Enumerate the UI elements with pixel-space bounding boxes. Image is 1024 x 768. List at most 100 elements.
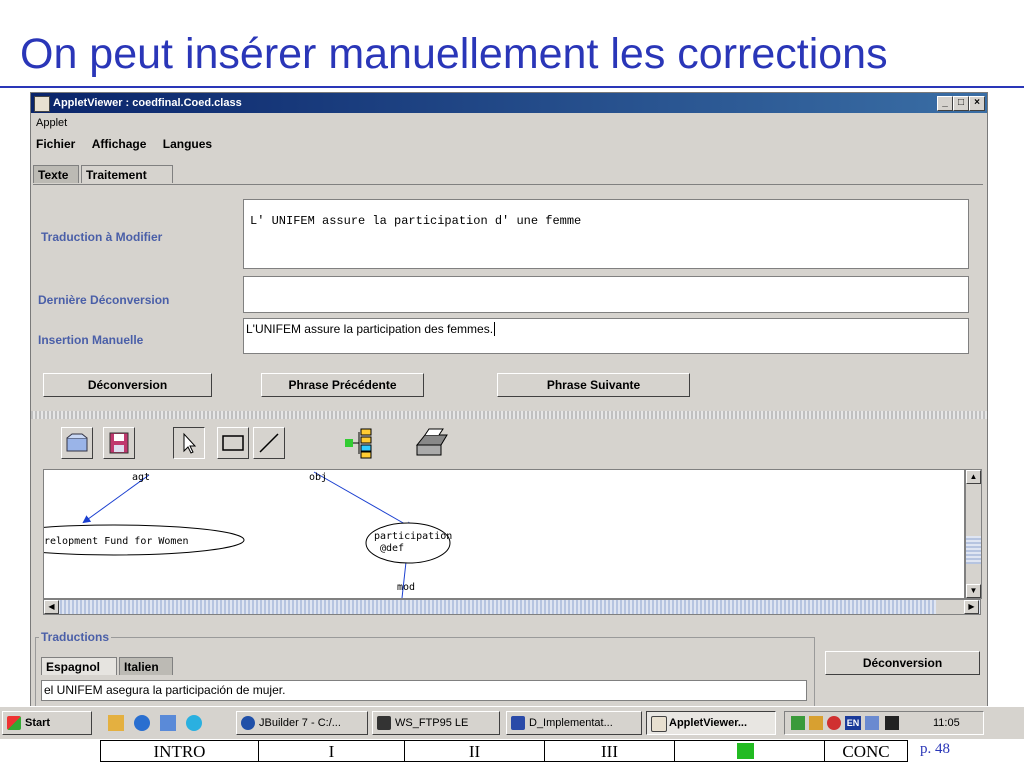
tab-traitement[interactable]: Traitement bbox=[81, 165, 173, 183]
nav-part-4[interactable] bbox=[675, 741, 825, 761]
taskbar-ftp-label: WS_FTP95 LE bbox=[395, 717, 469, 729]
node-def-label: @def bbox=[380, 543, 404, 554]
deconversion-field[interactable] bbox=[243, 276, 969, 313]
traductions-legend: Traductions bbox=[39, 630, 112, 644]
language-tabs: Espagnol Italien bbox=[41, 657, 241, 677]
nav-conc[interactable]: CONC bbox=[825, 741, 907, 761]
close-button[interactable]: × bbox=[969, 96, 985, 111]
menu-fichier[interactable]: Fichier bbox=[36, 137, 75, 151]
window-title: AppletViewer : coedfinal.Coed.class bbox=[53, 97, 242, 109]
applet-icon bbox=[34, 96, 50, 112]
appletviewer-icon bbox=[651, 716, 667, 732]
current-section-marker bbox=[737, 743, 754, 759]
language-indicator[interactable]: EN bbox=[845, 716, 861, 730]
open-icon[interactable] bbox=[61, 427, 93, 459]
media-player-icon[interactable] bbox=[186, 715, 202, 731]
tree-icon[interactable] bbox=[343, 427, 375, 459]
horizontal-scroll-track-end bbox=[936, 600, 964, 614]
title-rule bbox=[0, 86, 1024, 88]
device-icon[interactable] bbox=[885, 716, 899, 730]
insertion-label: Insertion Manuelle bbox=[38, 333, 144, 347]
slide-title: On peut insérer manuellement les correct… bbox=[20, 30, 888, 78]
edge-obj-line bbox=[313, 471, 414, 529]
taskbar-word[interactable]: D_Implementat... bbox=[506, 711, 642, 735]
outlook-icon[interactable] bbox=[160, 715, 176, 731]
windows-logo-icon bbox=[7, 716, 21, 730]
traductions-deconversion-button[interactable]: Déconversion bbox=[825, 651, 980, 675]
taskbar-jbuilder[interactable]: JBuilder 7 - C:/... bbox=[236, 711, 368, 735]
menubar: Fichier Affichage Langues bbox=[31, 137, 220, 151]
start-label: Start bbox=[25, 717, 51, 729]
system-tray: EN 11:05 bbox=[784, 711, 984, 735]
insertion-text: L'UNIFEM assure la participation des fem… bbox=[246, 322, 494, 336]
text-cursor: ​ bbox=[494, 322, 496, 336]
nav-part-3[interactable]: III bbox=[545, 741, 675, 761]
vertical-scroll-thumb[interactable] bbox=[966, 536, 981, 564]
node-fund-label: relopment Fund for Women bbox=[44, 536, 189, 547]
clock: 11:05 bbox=[933, 717, 960, 729]
desktop-icon[interactable] bbox=[108, 715, 124, 731]
tools-icon[interactable] bbox=[865, 716, 879, 730]
phrase-suivante-button[interactable]: Phrase Suivante bbox=[497, 373, 690, 397]
windows-taskbar: Start JBuilder 7 - C:/... WS_FTP95 LE D_… bbox=[0, 706, 1024, 739]
graph-horizontal-scrollbar[interactable]: ◀ ▶ bbox=[43, 599, 981, 615]
scroll-left-icon[interactable]: ◀ bbox=[44, 600, 59, 614]
graph-toolbar bbox=[31, 419, 987, 469]
word-icon bbox=[511, 716, 525, 730]
traduction-label: Traduction à Modifier bbox=[41, 230, 163, 244]
scroll-up-icon[interactable]: ▲ bbox=[966, 470, 981, 484]
graph-svg: agt obj mod relopment Fund for Women par… bbox=[44, 471, 452, 598]
sync-icon[interactable] bbox=[809, 716, 823, 730]
scroll-down-icon[interactable]: ▼ bbox=[966, 584, 981, 598]
browser-icon[interactable] bbox=[134, 715, 150, 731]
tab-divider bbox=[33, 184, 983, 185]
nav-intro[interactable]: INTRO bbox=[101, 741, 259, 761]
main-tabs: Texte Traitement bbox=[33, 165, 333, 185]
ftp-icon bbox=[377, 716, 391, 730]
tab-texte[interactable]: Texte bbox=[33, 165, 79, 183]
window-titlebar[interactable]: AppletViewer : coedfinal.Coed.class _ □ … bbox=[31, 93, 987, 113]
taskbar-jbuilder-label: JBuilder 7 - C:/... bbox=[259, 717, 341, 729]
edge-obj-label: obj bbox=[309, 472, 327, 483]
start-button[interactable]: Start bbox=[2, 711, 92, 735]
network-icon[interactable] bbox=[791, 716, 805, 730]
menu-affichage[interactable]: Affichage bbox=[92, 137, 147, 151]
taskbar-appletviewer-label: AppletViewer... bbox=[669, 717, 748, 729]
nav-part-2[interactable]: II bbox=[405, 741, 545, 761]
security-icon[interactable] bbox=[827, 716, 841, 730]
slide-nav: INTRO I II III CONC bbox=[100, 740, 908, 762]
deconversion-button[interactable]: Déconversion bbox=[43, 373, 212, 397]
pointer-icon[interactable] bbox=[173, 427, 205, 459]
menu-applet[interactable]: Applet bbox=[36, 117, 67, 129]
phrase-precedente-button[interactable]: Phrase Précédente bbox=[261, 373, 424, 397]
minimize-button[interactable]: _ bbox=[937, 96, 953, 111]
edge-agt-label: agt bbox=[132, 472, 150, 483]
deconversion-label: Dernière Déconversion bbox=[38, 293, 170, 307]
insertion-field[interactable]: L'UNIFEM assure la participation des fem… bbox=[243, 318, 969, 354]
line-icon[interactable] bbox=[253, 427, 285, 459]
nav-part-1[interactable]: I bbox=[259, 741, 405, 761]
taskbar-ftp[interactable]: WS_FTP95 LE bbox=[372, 711, 500, 735]
tab-espagnol[interactable]: Espagnol bbox=[41, 657, 117, 675]
page-number: p. 48 bbox=[920, 741, 950, 757]
jbuilder-icon bbox=[241, 716, 255, 730]
tab-italien[interactable]: Italien bbox=[119, 657, 173, 675]
traduction-output-field[interactable]: el UNIFEM asegura la participación de mu… bbox=[41, 680, 807, 701]
taskbar-appletviewer[interactable]: AppletViewer... bbox=[646, 711, 776, 735]
printer-icon[interactable] bbox=[413, 427, 448, 459]
node-participation-label: participation bbox=[374, 531, 452, 542]
node-participation-ellipse[interactable] bbox=[365, 522, 451, 564]
maximize-button[interactable]: □ bbox=[953, 96, 969, 111]
quick-launch bbox=[104, 715, 224, 733]
graph-vertical-scrollbar[interactable]: ▲ ▼ bbox=[965, 469, 982, 599]
graph-canvas[interactable]: agt obj mod relopment Fund for Women par… bbox=[43, 469, 965, 599]
menu-langues[interactable]: Langues bbox=[163, 137, 212, 151]
traduction-textarea[interactable]: L' UNIFEM assure la participation d' une… bbox=[243, 199, 969, 269]
scroll-right-icon[interactable]: ▶ bbox=[964, 600, 979, 614]
edge-mod-label: mod bbox=[397, 582, 415, 593]
save-icon[interactable] bbox=[103, 427, 135, 459]
taskbar-word-label: D_Implementat... bbox=[529, 717, 613, 729]
rectangle-icon[interactable] bbox=[217, 427, 249, 459]
split-divider[interactable] bbox=[31, 411, 987, 419]
applet-window: AppletViewer : coedfinal.Coed.class _ □ … bbox=[30, 92, 988, 708]
